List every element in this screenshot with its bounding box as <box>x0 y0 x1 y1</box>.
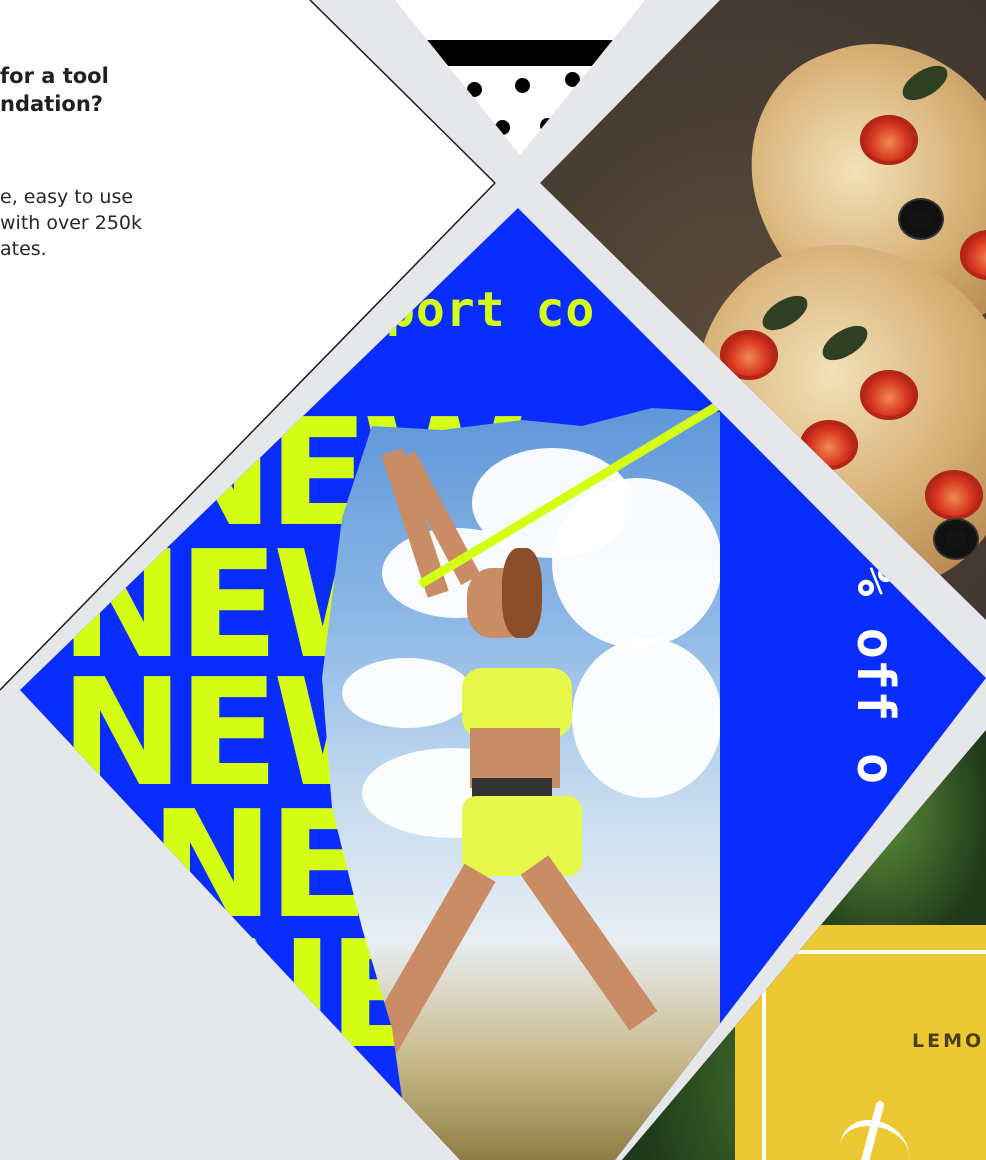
diamond-grid-lines <box>0 0 496 691</box>
grid-line <box>0 182 496 691</box>
grid-line <box>309 0 496 184</box>
template-collage: for a tool ndation? e, easy to use with … <box>0 0 986 1160</box>
